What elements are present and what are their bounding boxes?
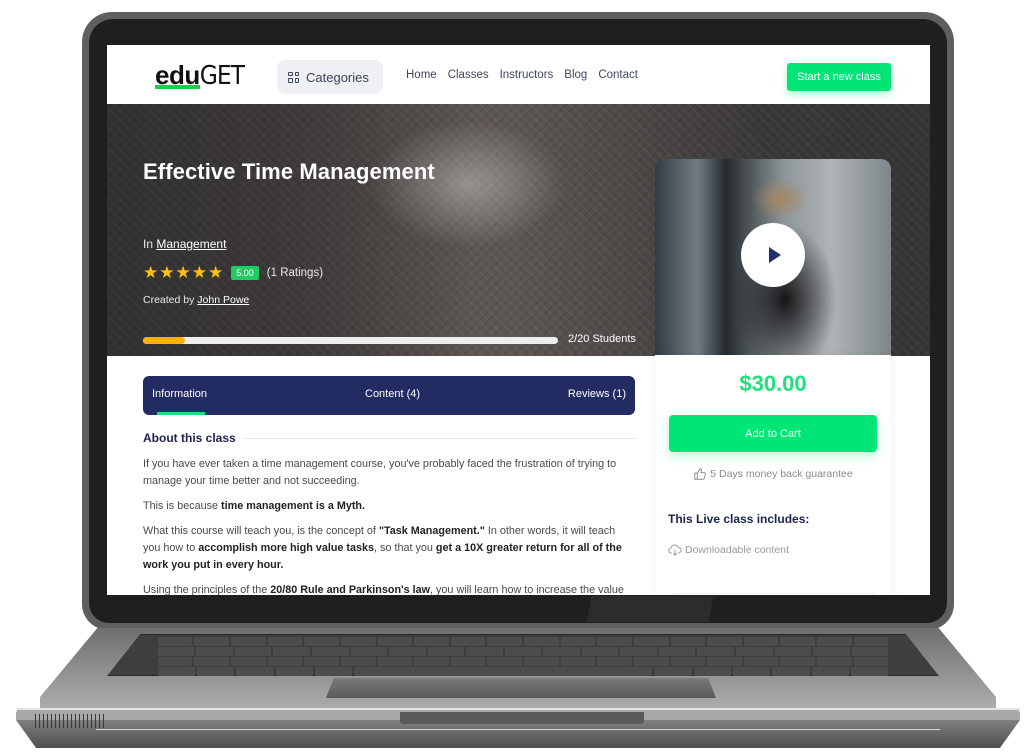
about-paragraph: What this course will teach you, is the … [143,525,622,571]
course-category: In Management [143,237,226,251]
add-to-cart-button[interactable]: Add to Cart [669,415,877,452]
laptop-base-bottom [16,720,1020,748]
screen: eduGET Categories Home Classes Instructo… [107,45,930,595]
about-paragraph: This is because time management is a Myt… [143,500,366,512]
created-by-prefix: Created by [143,294,195,306]
navbar: eduGET Categories Home Classes Instructo… [107,45,930,104]
laptop-trackpad [326,678,716,698]
enrollment-progress-fill [143,337,185,344]
about-heading: About this class [143,431,236,445]
divider [243,437,635,439]
course-video-preview[interactable] [655,159,891,355]
active-tab-indicator [157,412,205,415]
rating-score-badge: 5.00 [231,265,259,280]
nav-links: Home Classes Instructors Blog Contact [406,69,638,81]
categories-label: Categories [306,69,369,85]
play-icon [769,247,781,263]
category-link[interactable]: Management [156,237,226,251]
course-price: $30.00 [739,371,807,396]
includes-heading: This Live class includes: [668,512,810,526]
nav-link-classes[interactable]: Classes [448,69,489,81]
category-prefix: In [143,237,154,251]
nav-link-instructors[interactable]: Instructors [500,69,554,81]
categories-button[interactable]: Categories [277,60,383,94]
nav-link-contact[interactable]: Contact [598,69,638,81]
logo-light: GET [199,61,245,91]
star-icon: ★ [143,263,159,282]
tab-reviews[interactable]: Reviews (1) [568,388,626,400]
tab-information[interactable]: Information [152,388,207,400]
about-paragraph: If you have ever taken a time management… [143,458,617,487]
star-icon: ★ [175,263,191,282]
enrollment-progress-bar [143,337,558,344]
laptop-keyboard [107,634,939,676]
thumbs-up-icon [694,468,707,480]
star-icon: ★ [191,263,207,282]
logo-bold: edu [155,60,200,90]
include-item-label: Downloadable content [685,544,789,556]
laptop-vent [35,714,107,728]
course-tabs: Information Content (4) Reviews (1) [143,376,635,415]
tab-content[interactable]: Content (4) [365,388,420,400]
logo[interactable]: eduGET [155,60,245,91]
include-item: Downloadable content [668,543,789,557]
purchase-card: $30.00 Add to Cart 5 Days money back gua… [655,355,891,595]
start-new-class-button[interactable]: Start a new class [787,63,891,91]
grid-icon [288,71,299,83]
guarantee-text: 5 Days money back guarantee [710,468,853,480]
money-back-guarantee: 5 Days money back guarantee [655,467,891,481]
ratings-count: (1 Ratings) [266,266,324,279]
rating-stars: ★ ★ ★ ★ ★ [143,264,223,281]
nav-link-home[interactable]: Home [406,69,437,81]
laptop-front-notch [400,712,644,724]
rating-row: ★ ★ ★ ★ ★ 5.00 (1 Ratings) [143,264,323,281]
nav-link-blog[interactable]: Blog [564,69,587,81]
students-count: 2/20 Students [568,333,636,345]
star-icon: ★ [208,263,224,282]
about-description: If you have ever taken a time management… [143,456,635,595]
bezel-glare [500,596,800,622]
star-icon: ★ [159,263,175,282]
created-by: Created by John Powe [143,294,249,306]
cloud-download-icon [668,544,682,556]
includes-box [669,593,877,595]
about-paragraph: Using the principles of the 20/80 Rule a… [143,584,624,595]
about-section-header: About this class [143,431,635,445]
author-link[interactable]: John Powe [197,294,249,306]
course-title: Effective Time Management [143,159,435,184]
play-button[interactable] [741,223,805,287]
